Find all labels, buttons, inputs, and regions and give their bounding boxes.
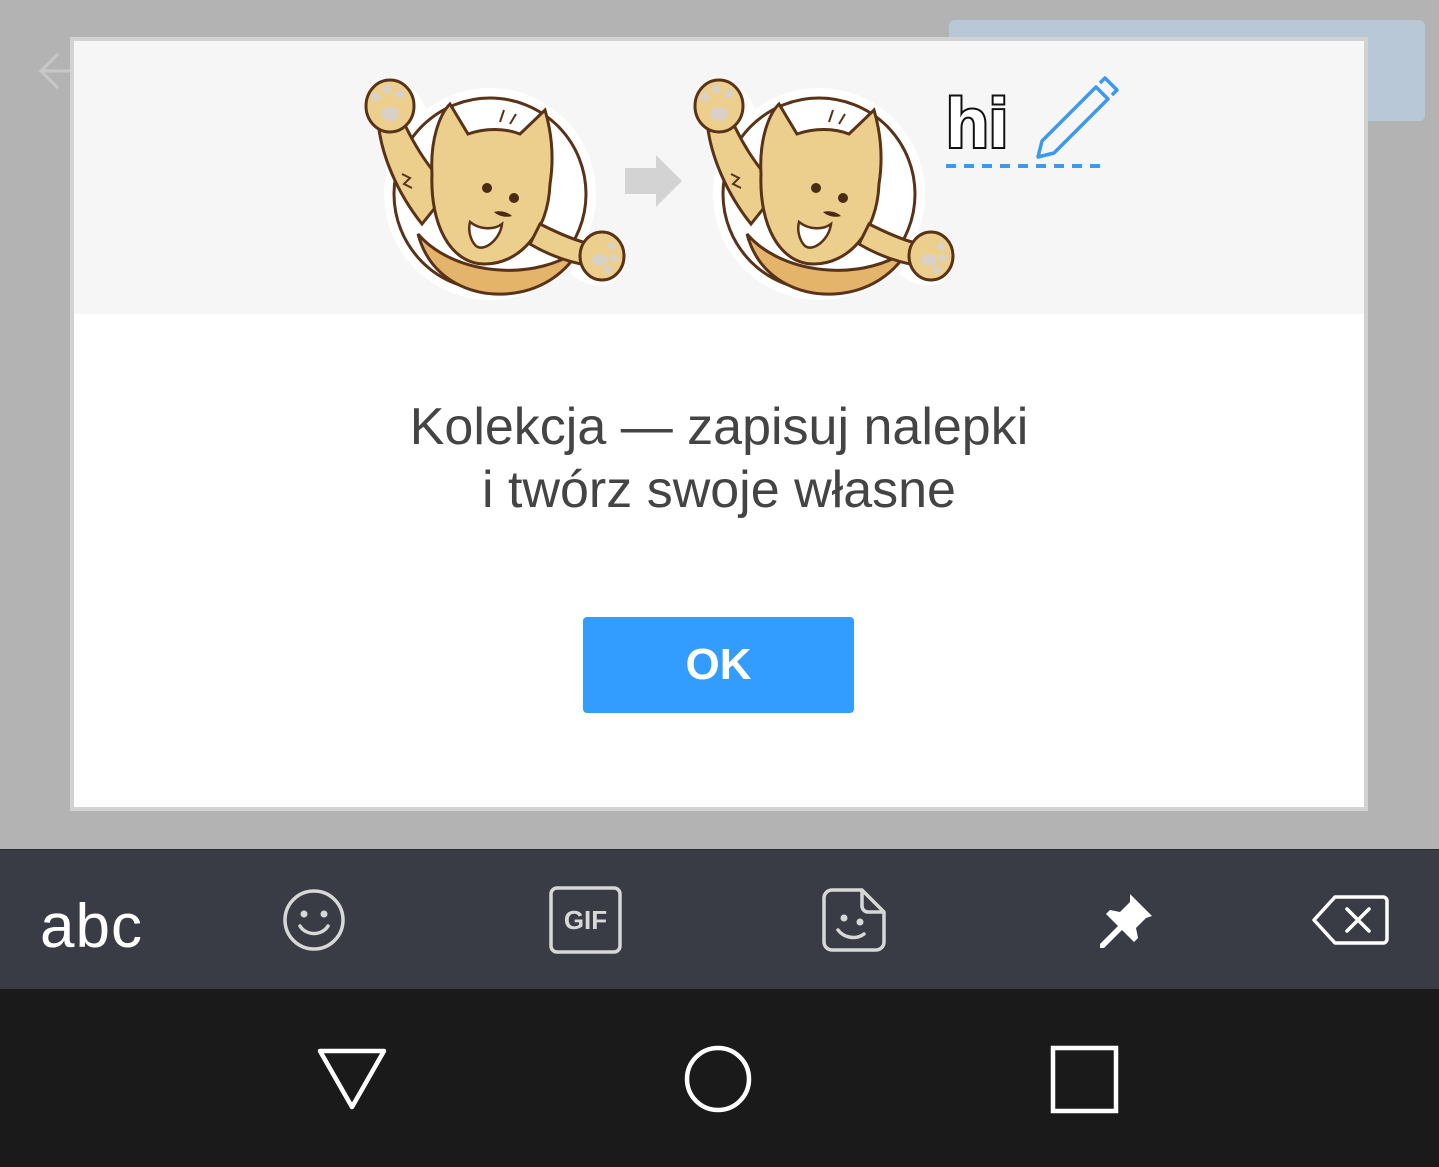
gif-icon[interactable]: GIF: [549, 886, 622, 959]
home-circle-icon[interactable]: [682, 1043, 754, 1120]
backspace-icon[interactable]: [1311, 894, 1389, 951]
arrow-right-icon: [625, 155, 682, 207]
dialog-title: Kolekcja — zapisuj nalepki i twórz swoje…: [74, 396, 1364, 522]
hi-badge-text: hi: [946, 84, 1008, 162]
emoji-icon[interactable]: [282, 888, 346, 957]
dialog-title-line2: i twórz swoje własne: [482, 461, 956, 519]
cat-sticker-left: [364, 78, 626, 302]
keyboard-toolbar: abc GIF: [0, 849, 1439, 989]
ok-button[interactable]: OK: [583, 617, 854, 713]
dialog-title-line1: Kolekcja — zapisuj nalepki: [409, 398, 1029, 456]
cat-sticker-right: [693, 78, 955, 302]
sticker-icon[interactable]: [822, 888, 886, 957]
back-triangle-icon[interactable]: [316, 1047, 388, 1116]
system-navigation-bar: [0, 989, 1439, 1167]
gif-label: GIF: [564, 905, 607, 935]
dialog-illustration: hi: [74, 41, 1364, 314]
abc-keyboard-button[interactable]: abc: [40, 891, 143, 962]
recents-square-icon[interactable]: [1050, 1045, 1120, 1120]
pencil-icon: [1036, 76, 1119, 159]
sticker-collection-dialog: hi Kolekcja — zapisuj nalepki i twórz sw…: [70, 37, 1368, 811]
pin-icon[interactable]: [1096, 890, 1156, 955]
